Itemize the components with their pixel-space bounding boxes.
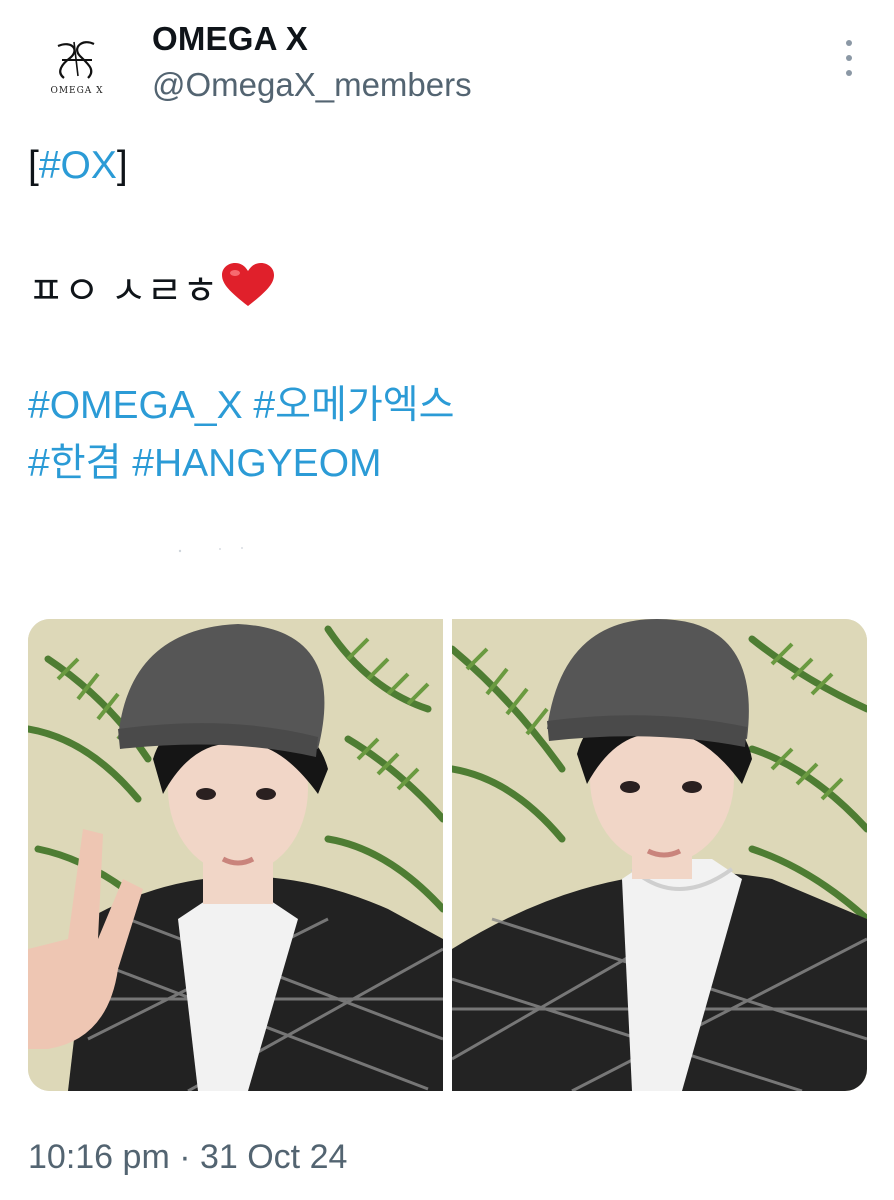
tweet-line-4: #한겸 #HANGYEOM [28, 440, 382, 488]
omega-x-logo-mark [57, 41, 95, 79]
hashtag-omega-x-korean[interactable]: #오메가엑스 [253, 384, 454, 427]
tweet-timestamp[interactable]: 10:16 pm · 31 Oct 24 [28, 1138, 347, 1177]
media-photo-2[interactable] [452, 619, 867, 1091]
tweet-line-1: [#OX] [28, 142, 128, 190]
media-photo-1[interactable] [28, 619, 443, 1091]
author-display-name[interactable]: OMEGA X [152, 20, 308, 58]
heart-emoji-icon [220, 262, 276, 320]
avatar[interactable]: OMEGA X [22, 28, 132, 108]
hashtag-hangyeom[interactable]: #HANGYEOM [132, 442, 381, 485]
tweet-text: ㅍㅇ ㅅㄹㅎ [28, 270, 219, 313]
bracket-open: [ [28, 144, 39, 187]
hashtag-ox[interactable]: #OX [39, 144, 117, 187]
tweet-header: OMEGA X OMEGA X @OmegaX_members [0, 0, 894, 130]
more-vertical-icon [846, 40, 852, 46]
avatar-logo-text: OMEGA X [50, 86, 104, 96]
more-options-button[interactable] [834, 40, 864, 76]
tweet-line-3: #OMEGA_X #오메가엑스 [28, 382, 455, 430]
hashtag-omega-x[interactable]: #OMEGA_X [28, 384, 243, 427]
author-handle[interactable]: @OmegaX_members [152, 66, 472, 104]
hashtag-hangyeom-korean[interactable]: #한겸 [28, 442, 121, 485]
bracket-close: ] [116, 144, 128, 187]
tweet-line-2: ㅍㅇ ㅅㄹㅎ [28, 262, 276, 320]
faint-artifact [178, 547, 243, 553]
